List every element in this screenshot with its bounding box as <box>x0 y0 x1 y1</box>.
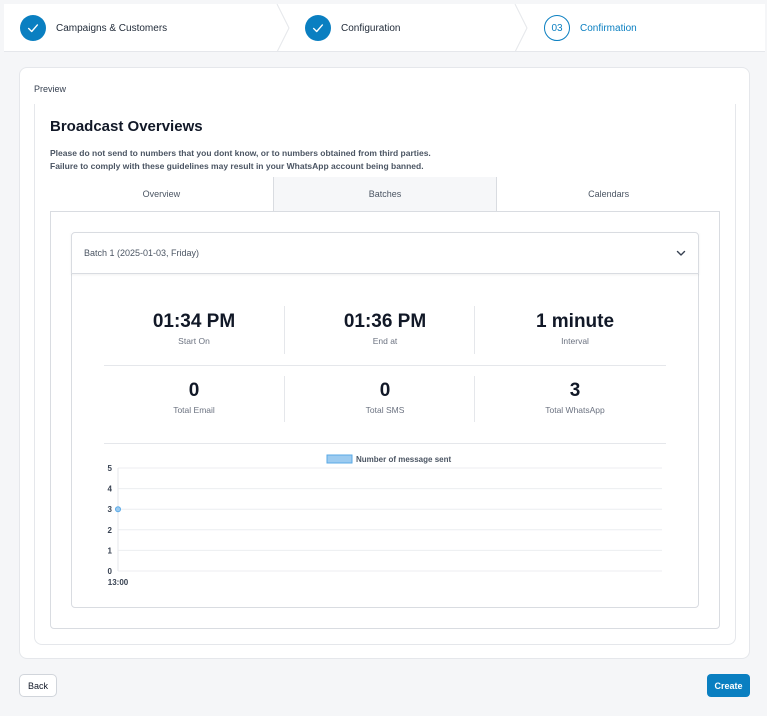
step-label: Configuration <box>341 22 401 34</box>
warning-text: Failure to comply with these guidelines … <box>50 161 424 171</box>
step-separator-icon <box>514 4 528 52</box>
stat-start-on: 01:34 PM Start On <box>99 311 289 346</box>
messages-chart: 0 1 2 3 4 5 13:00 Number of message sent <box>108 454 662 587</box>
y-tick-label: 1 <box>108 546 113 555</box>
divider <box>284 306 285 354</box>
warning-text: Please do not send to numbers that you d… <box>50 148 431 158</box>
create-button[interactable]: Create <box>707 674 750 697</box>
step-confirmation[interactable]: 03 Confirmation <box>544 4 637 52</box>
data-point <box>115 506 121 513</box>
divider <box>284 376 285 422</box>
tab-batches[interactable]: Batches <box>273 177 498 211</box>
y-tick-label: 3 <box>108 505 113 514</box>
stat-label: Total SMS <box>365 405 405 415</box>
y-tick-label: 4 <box>108 485 113 494</box>
y-tick-label: 0 <box>108 567 113 576</box>
page-title: Broadcast Overviews <box>50 118 203 135</box>
step-label: Confirmation <box>580 22 637 34</box>
x-tick-label: 13:00 <box>108 578 129 587</box>
tab-overview[interactable]: Overview <box>50 177 274 211</box>
step-campaigns-customers[interactable]: Campaigns & Customers <box>20 4 167 52</box>
stat-label: End at <box>372 336 398 346</box>
batch-accordion-header[interactable]: Batch 1 (2025-01-03, Friday) <box>71 232 699 274</box>
tabs: Overview Batches Calendars <box>50 177 721 212</box>
batch-title: Batch 1 (2025-01-03, Friday) <box>84 247 200 258</box>
stat-value: 01:36 PM <box>343 311 427 332</box>
preview-label: Preview <box>34 84 67 94</box>
stat-value: 1 minute <box>535 311 615 332</box>
back-button[interactable]: Back <box>19 674 57 697</box>
tab-calendars[interactable]: Calendars <box>497 177 721 211</box>
stat-value: 0 <box>379 380 391 401</box>
divider <box>104 365 666 366</box>
step-separator-icon <box>276 4 290 52</box>
step-number: 03 <box>544 15 570 41</box>
chevron-down-icon[interactable] <box>675 247 687 259</box>
y-tick-label: 5 <box>108 464 113 473</box>
stat-value: 3 <box>569 380 581 401</box>
stat-label: Start On <box>178 336 210 346</box>
stat-label: Total WhatsApp <box>545 405 605 415</box>
stat-label: Interval <box>561 336 589 346</box>
check-icon <box>305 15 331 41</box>
divider <box>474 306 475 354</box>
y-tick-label: 2 <box>108 526 113 535</box>
step-configuration[interactable]: Configuration <box>305 4 400 52</box>
stat-value: 01:34 PM <box>152 311 236 332</box>
wizard-stepper: Campaigns & Customers Configuration 03 C… <box>4 4 765 52</box>
stat-value: 0 <box>188 380 200 401</box>
stat-interval: 1 minute Interval <box>480 311 670 346</box>
stat-total-email: 0 Total Email <box>99 380 289 415</box>
stat-end-at: 01:36 PM End at <box>290 311 480 346</box>
divider <box>474 376 475 422</box>
legend-label: Number of message sent <box>356 455 451 464</box>
step-label: Campaigns & Customers <box>56 22 168 34</box>
stat-label: Total Email <box>173 405 215 415</box>
legend-swatch <box>326 454 353 464</box>
stat-total-sms: 0 Total SMS <box>290 380 480 415</box>
check-icon <box>20 15 46 41</box>
stat-total-whatsapp: 3 Total WhatsApp <box>480 380 670 415</box>
